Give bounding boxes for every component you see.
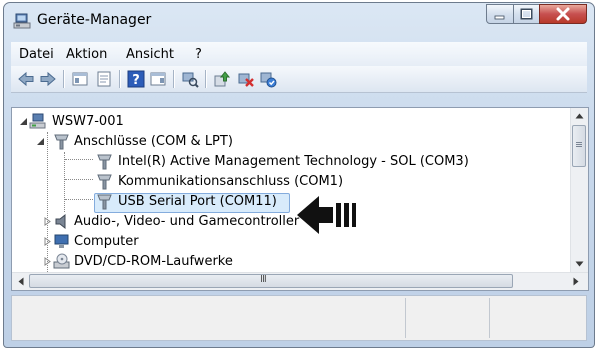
dvd-drive-icon — [53, 253, 70, 269]
scroll-thumb[interactable]: III — [29, 274, 513, 288]
title-bar[interactable]: Geräte-Manager — [4, 3, 594, 39]
tree-item-computer[interactable]: Computer — [12, 232, 212, 252]
tree-item-label: Kommunikationsanschluss (COM1) — [118, 174, 344, 189]
tree-item-label: Intel(R) Active Management Technology - … — [118, 154, 469, 169]
scroll-right-icon[interactable] — [573, 277, 579, 286]
enable-device-icon[interactable] — [259, 70, 277, 88]
tree-root-label: WSW7-001 — [52, 114, 124, 129]
left-pointing-arrow-icon — [297, 196, 356, 234]
maximize-button[interactable] — [513, 4, 540, 24]
tree-item-label: Audio-, Video- und Gamecontroller — [74, 214, 300, 229]
expand-triangle-icon[interactable] — [43, 237, 52, 246]
status-pane — [406, 298, 490, 338]
tree-item-ports[interactable]: Anschlüsse (COM & LPT) — [12, 132, 312, 152]
device-manager-icon — [13, 13, 31, 29]
computer-icon — [54, 234, 69, 248]
help-icon[interactable]: ? — [127, 70, 145, 88]
tree-root[interactable]: WSW7-001 — [12, 112, 312, 132]
status-bar — [11, 295, 587, 341]
window-title: Geräte-Manager — [37, 12, 152, 28]
collapse-triangle-icon[interactable] — [36, 137, 45, 146]
tree-item-label: DVD/CD-ROM-Laufwerke — [74, 254, 233, 269]
menu-ansicht[interactable]: Ansicht — [126, 47, 174, 62]
close-button[interactable] — [539, 4, 587, 24]
device-tree[interactable]: WSW7-001 Anschlüsse (COM & LPT) Intel(R)… — [11, 107, 589, 291]
scroll-left-icon[interactable] — [18, 277, 24, 286]
port-connector-icon — [97, 194, 112, 210]
menu-help[interactable]: ? — [195, 47, 202, 62]
port-connector-icon — [54, 134, 69, 150]
show-hide-tree-icon[interactable] — [71, 70, 89, 88]
port-connector-icon — [97, 154, 112, 170]
forward-arrow-icon[interactable] — [39, 70, 57, 88]
scroll-up-icon[interactable] — [575, 113, 584, 119]
tree-item-com1[interactable]: Kommunikationsanschluss (COM1) — [12, 172, 372, 192]
menu-bar: Datei Aktion Ansicht ? — [11, 42, 587, 66]
tree-item-usb-serial-port[interactable]: USB Serial Port (COM11) — [12, 192, 302, 212]
collapse-triangle-icon[interactable] — [19, 117, 28, 126]
update-driver-icon[interactable] — [213, 70, 231, 88]
speaker-icon — [55, 213, 66, 230]
menu-datei[interactable]: Datei — [19, 47, 54, 62]
expand-triangle-icon[interactable] — [43, 257, 52, 266]
toolbar: ? — [11, 66, 587, 93]
port-connector-icon — [97, 174, 112, 190]
properties-icon[interactable] — [95, 70, 113, 88]
tree-item-intel-amt[interactable]: Intel(R) Active Management Technology - … — [12, 152, 502, 172]
scroll-down-icon[interactable] — [575, 261, 584, 267]
scroll-grip: III — [260, 274, 267, 285]
scroll-thumb[interactable] — [572, 125, 586, 167]
device-manager-window: Geräte-Manager Datei Aktion Ansicht ? ? … — [3, 2, 595, 348]
toolbar-separator — [205, 70, 206, 88]
tree-item-label: Anschlüsse (COM & LPT) — [74, 134, 233, 149]
action-pane-icon[interactable] — [149, 70, 167, 88]
computer-root-icon — [29, 113, 46, 129]
toolbar-separator — [173, 70, 174, 88]
horizontal-scrollbar[interactable]: III — [12, 272, 588, 290]
expand-triangle-icon[interactable] — [43, 217, 52, 226]
minimize-icon — [494, 15, 505, 20]
close-icon — [556, 7, 570, 21]
scan-hardware-icon[interactable] — [181, 70, 199, 88]
toolbar-separator — [119, 70, 120, 88]
toolbar-separator — [63, 70, 64, 88]
menu-aktion[interactable]: Aktion — [66, 47, 107, 62]
minimize-button[interactable] — [486, 4, 514, 24]
status-pane — [12, 298, 406, 338]
tree-item-label: USB Serial Port (COM11) — [118, 194, 277, 209]
vertical-scrollbar[interactable] — [570, 108, 588, 274]
tree-item-label: Computer — [74, 234, 139, 249]
back-arrow-icon[interactable] — [17, 70, 35, 88]
tree-item-dvd[interactable]: DVD/CD-ROM-Laufwerke — [12, 252, 272, 272]
uninstall-icon[interactable] — [237, 70, 255, 88]
svg-text:?: ? — [132, 73, 140, 88]
maximize-icon — [520, 8, 533, 20]
